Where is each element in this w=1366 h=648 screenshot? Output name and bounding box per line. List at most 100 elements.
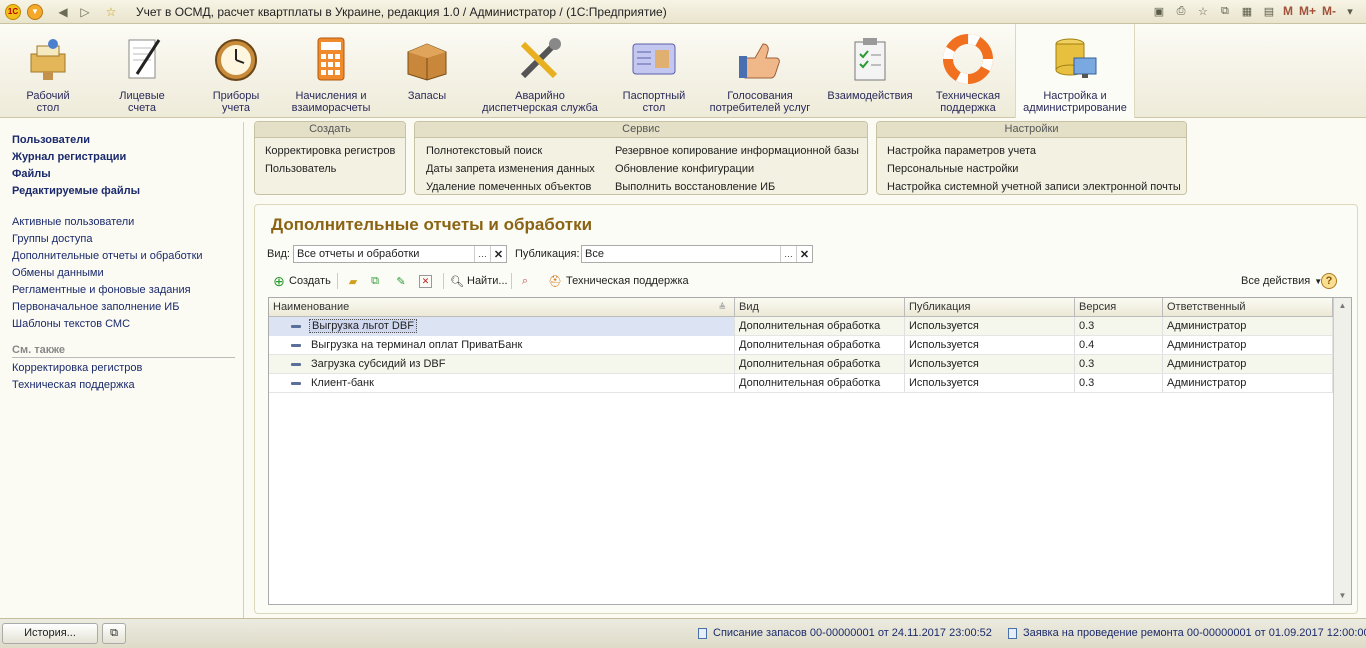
table-row[interactable]: Клиент-банк Дополнительная обработка Исп…: [269, 374, 1333, 393]
windows-list-icon[interactable]: ⧉: [102, 623, 126, 644]
action-change-lock-dates[interactable]: Даты запрета изменения данных: [426, 160, 595, 178]
scroll-down-icon[interactable]: ▼: [1334, 588, 1351, 604]
column-header-name[interactable]: Наименование ≜: [269, 298, 735, 317]
nav-scheduled-jobs[interactable]: Регламентные и фоновые задания: [0, 282, 243, 299]
see-also-heading: См. также: [12, 344, 65, 356]
column-header-kind[interactable]: Вид: [735, 298, 905, 317]
desktop-icon: [21, 32, 75, 86]
memory-plus-button[interactable]: M+: [1299, 4, 1316, 18]
section-interactions[interactable]: Взаимодействия: [826, 24, 914, 118]
section-support[interactable]: Техническая поддержка: [930, 24, 1006, 118]
reports-table[interactable]: Наименование ≜ Вид Публикация Версия Отв…: [268, 297, 1352, 605]
add-favorite-icon[interactable]: ☆: [1195, 3, 1211, 19]
filter-pub-value[interactable]: Все: [582, 248, 780, 260]
nav-users[interactable]: Пользователи: [0, 132, 243, 149]
processor-icon: [291, 363, 301, 366]
nav-sms-templates[interactable]: Шаблоны текстов СМС: [0, 316, 243, 333]
table-row[interactable]: Выгрузка на терминал оплат ПриватБанк До…: [269, 336, 1333, 355]
section-emergency[interactable]: Аварийно диспетчерская служба: [480, 24, 600, 118]
all-actions-button[interactable]: Все действия ▼: [1241, 271, 1322, 291]
nav-initial-fill[interactable]: Первоначальное заполнение ИБ: [0, 299, 243, 316]
vertical-scrollbar[interactable]: ▲ ▼: [1333, 298, 1351, 604]
filter-pub-field[interactable]: Все … ✕: [581, 245, 813, 263]
back-arrow-icon[interactable]: ◀: [54, 3, 72, 21]
cancel-search-button[interactable]: ⌕: [517, 271, 533, 291]
nav-data-exchange[interactable]: Обмены данными: [0, 265, 243, 282]
edit-button[interactable]: ✎: [393, 271, 409, 291]
select-ellipsis-icon[interactable]: …: [780, 246, 796, 262]
section-passport[interactable]: Паспортный стол: [618, 24, 690, 118]
action-accounting-params[interactable]: Настройка параметров учета: [887, 142, 1181, 160]
action-update-config[interactable]: Обновление конфигурации: [615, 160, 859, 178]
column-header-responsible[interactable]: Ответственный: [1163, 298, 1333, 317]
link-icon[interactable]: ⧉: [1217, 3, 1233, 19]
notification-stock-writeoff[interactable]: Списание запасов 00-00000001 от 24.11.20…: [698, 627, 992, 639]
filter-kind-value[interactable]: Все отчеты и обработки: [294, 248, 474, 260]
scroll-up-icon[interactable]: ▲: [1334, 298, 1351, 314]
pencil-icon: ✎: [396, 275, 406, 288]
see-also-divider: [12, 357, 235, 358]
group-service: Сервис Полнотекстовый поиск Даты запрета…: [414, 121, 868, 195]
action-restore-db[interactable]: Выполнить восстановление ИБ: [615, 178, 859, 196]
copy-button[interactable]: ⧉: [367, 271, 383, 291]
main-menu-icon[interactable]: ▼: [26, 3, 44, 21]
action-backup[interactable]: Резервное копирование информационной баз…: [615, 142, 859, 160]
section-accounts[interactable]: Лицевые счета: [106, 24, 178, 118]
nav-additional-reports[interactable]: Дополнительные отчеты и обработки: [0, 248, 243, 265]
table-row[interactable]: Загрузка субсидий из DBF Дополнительная …: [269, 355, 1333, 374]
section-label: Паспортный стол: [622, 90, 686, 114]
action-email-account[interactable]: Настройка системной учетной записи элект…: [887, 178, 1181, 196]
section-desktop[interactable]: Рабочий стол: [12, 24, 84, 118]
forward-arrow-icon[interactable]: ▷: [76, 3, 94, 21]
create-button[interactable]: ⊕ Создать: [271, 271, 331, 291]
history-button[interactable]: История...: [2, 623, 98, 644]
action-new-user[interactable]: Пользователь: [265, 160, 395, 178]
filter-kind-field[interactable]: Все отчеты и обработки … ✕: [293, 245, 507, 263]
nav-editable-files[interactable]: Редактируемые файлы: [0, 183, 243, 200]
action-register-adjust[interactable]: Корректировка регистров: [265, 142, 395, 160]
calculator-small-icon[interactable]: ▦: [1239, 3, 1255, 19]
column-header-version[interactable]: Версия: [1075, 298, 1163, 317]
nav-register-adjust[interactable]: Корректировка регистров: [0, 360, 243, 377]
notification-repair-request[interactable]: Заявка на проведение ремонта 00-00000001…: [1008, 627, 1366, 639]
help-button[interactable]: ?: [1321, 271, 1337, 291]
delete-mark-button[interactable]: ✕: [419, 271, 432, 291]
group-settings: Настройки Настройка параметров учета Пер…: [876, 121, 1187, 195]
nav-files[interactable]: Файлы: [0, 166, 243, 183]
status-bar: История... ⧉ Списание запасов 00-0000000…: [0, 618, 1366, 648]
window-menu-icon[interactable]: ▾: [1342, 3, 1358, 19]
nav-active-users[interactable]: Активные пользователи: [0, 214, 243, 231]
nav-event-log[interactable]: Журнал регистрации: [0, 149, 243, 166]
app-logo-icon[interactable]: 1С: [4, 3, 22, 21]
column-header-publication[interactable]: Публикация: [905, 298, 1075, 317]
section-stock[interactable]: Запасы: [392, 24, 462, 118]
create-folder-button[interactable]: ▰: [345, 271, 361, 291]
action-fulltext-search[interactable]: Полнотекстовый поиск: [426, 142, 595, 160]
section-charges[interactable]: Начисления и взаиморасчеты: [288, 24, 374, 118]
memory-minus-button[interactable]: M-: [1322, 4, 1336, 18]
command-bar: ⊕ Создать ▰ ⧉ ✎ ✕ 🔍︎ Найти... ⌕ ⛑ Технич…: [271, 271, 1341, 291]
print-icon[interactable]: ⎙: [1173, 3, 1189, 19]
favorites-star-icon[interactable]: ☆: [102, 3, 120, 21]
action-delete-marked[interactable]: Удаление помеченных объектов: [426, 178, 595, 196]
tech-support-button[interactable]: ⛑ Техническая поддержка: [547, 271, 689, 291]
action-personal-settings[interactable]: Персональные настройки: [887, 160, 1181, 178]
clock-icon: [209, 32, 263, 86]
calendar-icon[interactable]: ▤: [1261, 3, 1277, 19]
sort-icon: ≜: [718, 302, 726, 312]
section-meters[interactable]: Приборы учета: [200, 24, 272, 118]
clear-x-icon[interactable]: ✕: [490, 246, 506, 262]
form-title: Дополнительные отчеты и обработки: [271, 215, 593, 234]
table-row[interactable]: Выгрузка льгот DBF Дополнительная обрабо…: [269, 317, 1333, 336]
plus-circle-icon: ⊕: [273, 272, 285, 289]
save-icon[interactable]: ▣: [1151, 3, 1167, 19]
find-button[interactable]: 🔍︎ Найти...: [449, 271, 508, 291]
clear-x-icon[interactable]: ✕: [796, 246, 812, 262]
memory-button[interactable]: M: [1283, 4, 1293, 18]
nav-tech-support[interactable]: Техническая поддержка: [0, 377, 243, 394]
section-voting[interactable]: Голосования потребителей услуг: [706, 24, 814, 118]
select-ellipsis-icon[interactable]: …: [474, 246, 490, 262]
section-label: Техническая поддержка: [935, 90, 1001, 114]
nav-access-groups[interactable]: Группы доступа: [0, 231, 243, 248]
section-admin[interactable]: Настройка и администрирование: [1015, 24, 1135, 118]
